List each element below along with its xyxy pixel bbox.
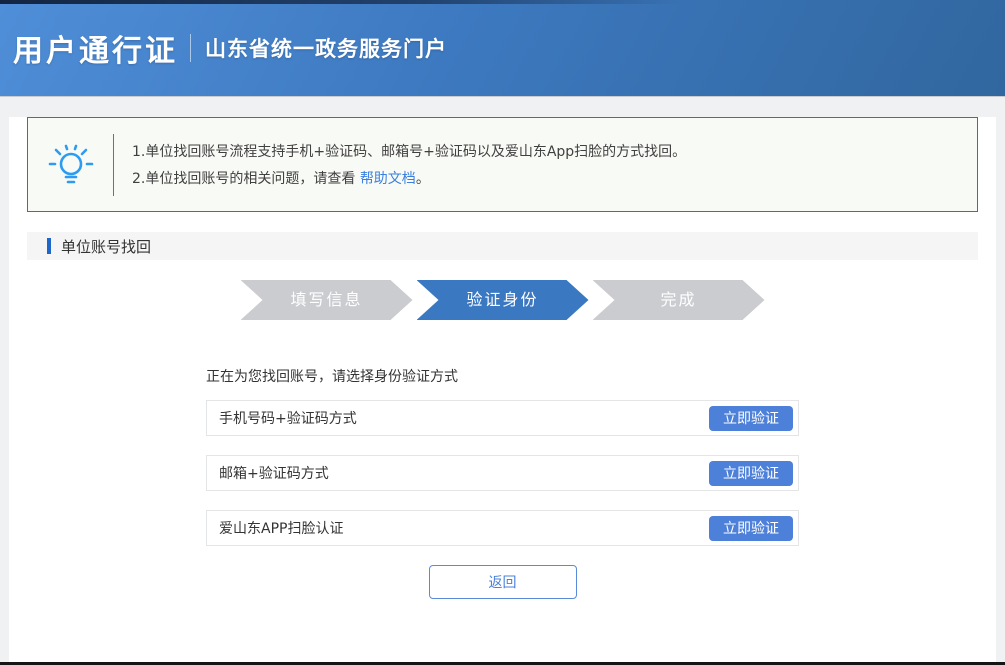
notice-box: 1.单位找回账号流程支持手机+验证码、邮箱号+验证码以及爱山东App扫脸的方式找… [27,117,978,212]
brand-title: 用户通行证 [13,26,178,70]
notice-text: 1.单位找回账号流程支持手机+验证码、邮箱号+验证码以及爱山东App扫脸的方式找… [114,134,686,195]
help-doc-link[interactable]: 帮助文档 [360,171,416,187]
page: 用户通行证 山东省统一政务服务门户 1.单位找回账 [0,0,1005,665]
content-card: 1.单位找回账号流程支持手机+验证码、邮箱号+验证码以及爱山东App扫脸的方式找… [9,117,996,662]
method-list: 正在为您找回账号，请选择身份验证方式 手机号码+验证码方式 立即验证 邮箱+验证… [206,366,799,599]
step-fill-info: 填写信息 [241,280,413,320]
verify-now-button-email[interactable]: 立即验证 [709,461,793,486]
lightbulb-icon [28,139,113,191]
method-label: 邮箱+验证码方式 [219,463,329,483]
header-divider [190,34,191,62]
notice-line-2: 2.单位找回账号的相关问题，请查看 帮助文档。 [132,168,686,188]
method-label: 手机号码+验证码方式 [219,408,357,428]
method-row-face-scan: 爱山东APP扫脸认证 立即验证 [206,510,799,546]
step-complete: 完成 [593,280,765,320]
section-title: 单位账号找回 [61,236,151,257]
app-header: 用户通行证 山东省统一政务服务门户 [0,0,1005,97]
step-indicator: 填写信息 验证身份 完成 [9,280,996,320]
verify-now-button-face[interactable]: 立即验证 [709,516,793,541]
method-row-phone: 手机号码+验证码方式 立即验证 [206,400,799,436]
verify-prompt: 正在为您找回账号，请选择身份验证方式 [206,366,799,386]
method-row-email: 邮箱+验证码方式 立即验证 [206,455,799,491]
back-button-area: 返回 [206,565,799,599]
section-accent-bar [47,238,51,254]
step-verify-identity: 验证身份 [417,280,589,320]
verify-now-button-phone[interactable]: 立即验证 [709,406,793,431]
section-header: 单位账号找回 [27,232,978,260]
notice-line-1: 1.单位找回账号流程支持手机+验证码、邮箱号+验证码以及爱山东App扫脸的方式找… [132,141,686,161]
method-label: 爱山东APP扫脸认证 [219,518,343,538]
header-top-edge [0,0,1005,4]
portal-subtitle: 山东省统一政务服务门户 [205,33,447,63]
back-button[interactable]: 返回 [429,565,577,599]
